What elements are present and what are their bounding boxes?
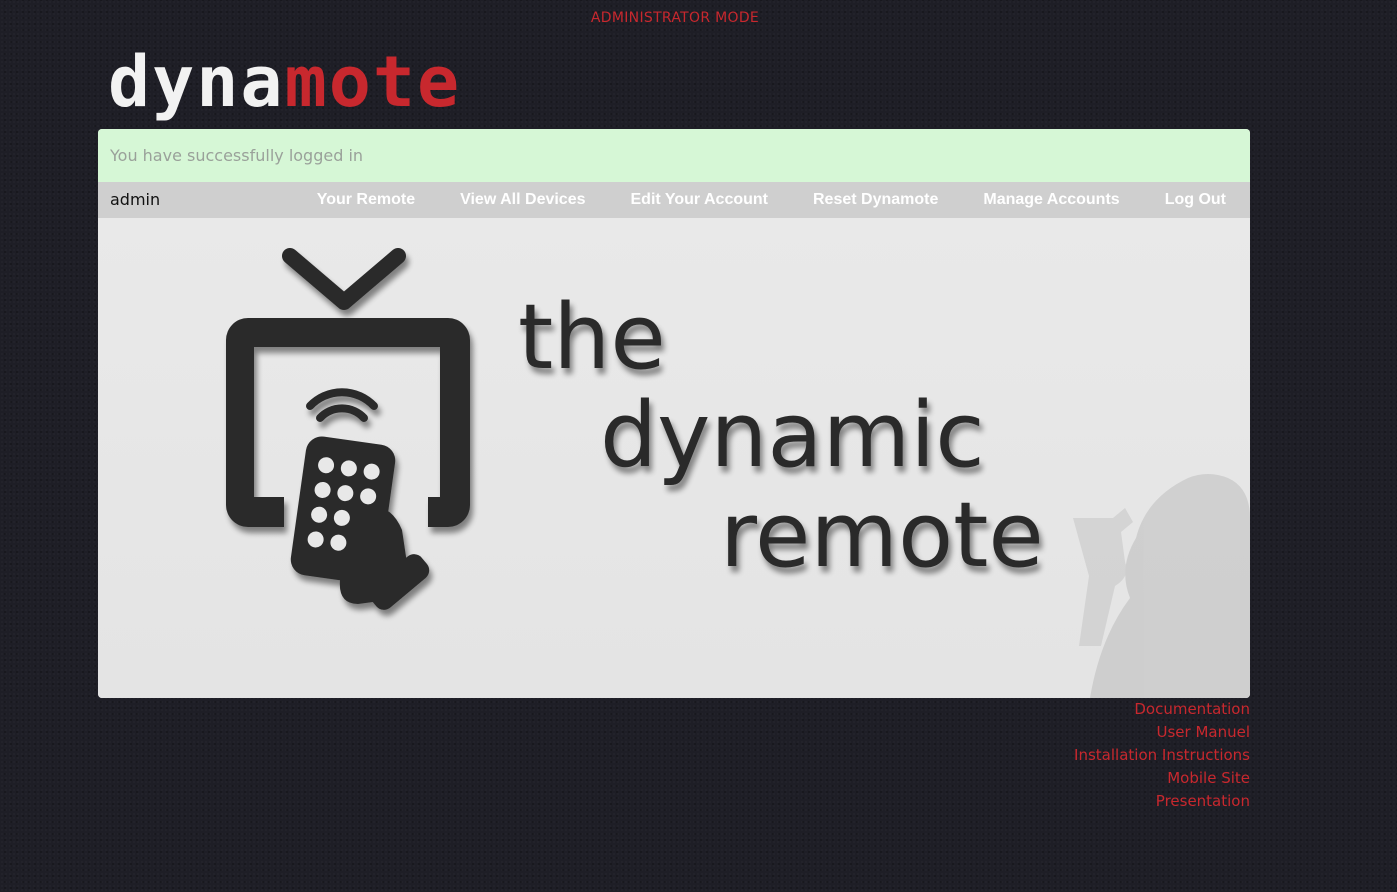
logo-part-mote: mote	[284, 41, 462, 123]
hero-line-the: the	[518, 285, 666, 390]
footer-mobile-site-link[interactable]: Mobile Site	[1074, 767, 1250, 790]
nav-view-all-devices[interactable]: View All Devices	[439, 182, 609, 218]
footer-installation-link[interactable]: Installation Instructions	[1074, 744, 1250, 767]
footer-presentation-link[interactable]: Presentation	[1074, 790, 1250, 813]
hero-tagline: the dynamic remote	[518, 285, 1044, 588]
footer-links: Documentation User Manuel Installation I…	[1074, 698, 1250, 813]
nav-manage-accounts[interactable]: Manage Accounts	[962, 182, 1143, 218]
decorative-figure-silhouette	[1073, 474, 1250, 698]
current-username: admin	[110, 190, 161, 209]
hero-line-dynamic: dynamic	[600, 383, 985, 488]
footer-user-manual-link[interactable]: User Manuel	[1074, 721, 1250, 744]
nav-reset-dynamote[interactable]: Reset Dynamote	[792, 182, 962, 218]
logo-part-dyna: dyna	[108, 41, 285, 123]
admin-mode-banner: ADMINISTRATOR MODE	[590, 10, 760, 26]
hero-line-remote: remote	[720, 483, 1044, 588]
nav-links: Your Remote View All Devices Edit Your A…	[296, 182, 1250, 218]
hero-graphic: the dynamic remote	[226, 248, 1250, 698]
main-panel: You have successfully logged in admin Yo…	[98, 129, 1250, 698]
nav-your-remote[interactable]: Your Remote	[296, 182, 439, 218]
hero-banner: the dynamic remote	[98, 218, 1250, 698]
nav-edit-your-account[interactable]: Edit Your Account	[610, 182, 792, 218]
footer-documentation-link[interactable]: Documentation	[1074, 698, 1250, 721]
login-success-alert: You have successfully logged in	[98, 129, 1250, 182]
dynamote-logo[interactable]: dynamote	[108, 42, 461, 122]
navbar: admin Your Remote View All Devices Edit …	[98, 182, 1250, 218]
nav-log-out[interactable]: Log Out	[1144, 182, 1250, 218]
tv-remote-icon	[226, 248, 470, 610]
